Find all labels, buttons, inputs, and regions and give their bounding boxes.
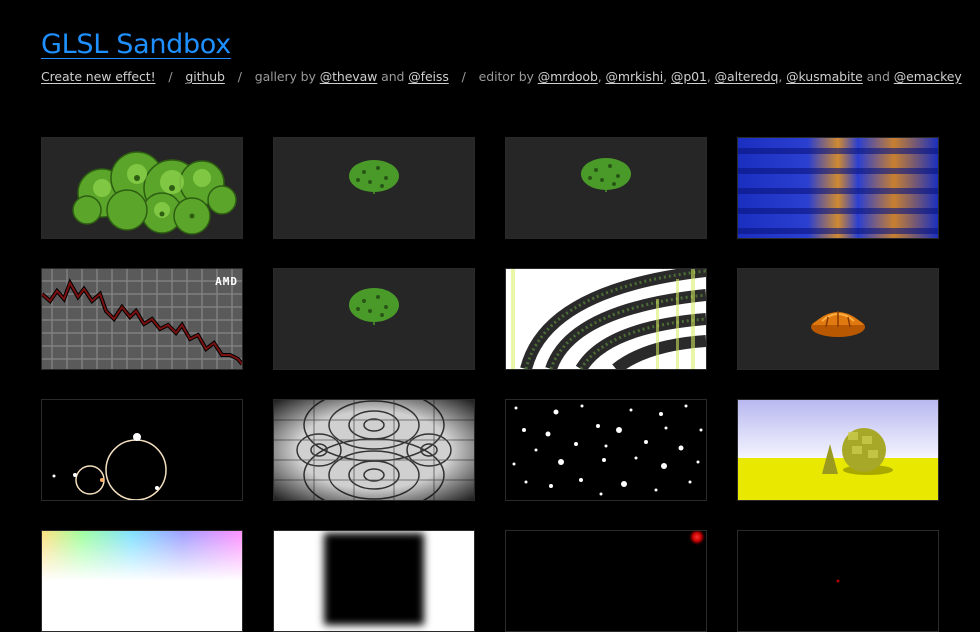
header-nav: Create new effect! / github / gallery by… <box>41 69 962 84</box>
effect-thumbnail[interactable] <box>505 268 707 370</box>
github-link[interactable]: github <box>185 69 225 84</box>
effect-thumbnail[interactable]: AMD <box>41 268 243 370</box>
effect-thumbnail[interactable] <box>737 530 939 632</box>
create-new-effect-link[interactable]: Create new effect! <box>41 69 156 84</box>
comma: , <box>597 69 602 84</box>
effect-thumbnail[interactable] <box>505 137 707 239</box>
blurred-black-square-icon <box>274 531 474 631</box>
gallery-by-label: gallery by <box>254 69 316 84</box>
effect-thumbnail[interactable] <box>737 137 939 239</box>
gallery-author-link-thevaw[interactable]: @thevaw <box>320 69 378 84</box>
green-blob-cluster-icon <box>42 138 242 238</box>
noisy-arcs-icon <box>506 269 706 369</box>
editor-author-link-emackey[interactable]: @emackey <box>894 69 962 84</box>
comma: , <box>663 69 668 84</box>
and-label: and <box>866 69 890 84</box>
effect-thumbnail[interactable] <box>505 530 707 632</box>
separator: / <box>168 69 173 84</box>
gallery-author-link-feiss[interactable]: @feiss <box>408 69 449 84</box>
yellow-voxel-scene-icon <box>738 400 938 500</box>
editor-author-link-kusmabite[interactable]: @kusmabite <box>786 69 863 84</box>
editor-by-label: editor by <box>478 69 534 84</box>
stock-chart-icon <box>42 269 242 369</box>
effect-thumbnail[interactable] <box>41 399 243 501</box>
editor-author-link-mrkishi[interactable]: @mrkishi <box>606 69 664 84</box>
separator: / <box>461 69 466 84</box>
dot-field-icon <box>506 400 706 500</box>
comma: , <box>706 69 711 84</box>
orange-shell-icon <box>738 269 938 369</box>
effect-gallery-grid: AMD <box>41 137 939 632</box>
editor-author-link-p01[interactable]: @p01 <box>671 69 707 84</box>
green-tree-icon <box>274 138 474 238</box>
and-label: and <box>381 69 405 84</box>
editor-author-link-mrdoob[interactable]: @mrdoob <box>538 69 598 84</box>
blue-orange-waves-icon <box>738 138 938 238</box>
red-dot-corner-icon <box>506 531 706 631</box>
interference-pattern-icon <box>274 400 474 500</box>
tiny-red-dot-icon <box>738 531 938 631</box>
separator: / <box>237 69 242 84</box>
effect-thumbnail[interactable] <box>505 399 707 501</box>
effect-thumbnail[interactable] <box>273 137 475 239</box>
mandelbrot-fractal-icon <box>42 400 242 500</box>
amd-label: AMD <box>215 275 238 288</box>
effect-thumbnail[interactable] <box>273 399 475 501</box>
effect-thumbnail[interactable] <box>737 399 939 501</box>
green-tree-icon <box>274 269 474 369</box>
editor-author-link-alteredq[interactable]: @alteredq <box>715 69 779 84</box>
comma: , <box>778 69 783 84</box>
effect-thumbnail[interactable] <box>737 268 939 370</box>
effect-thumbnail[interactable] <box>273 268 475 370</box>
effect-thumbnail[interactable] <box>41 530 243 632</box>
green-tree-icon <box>506 138 706 238</box>
site-title-link[interactable]: GLSL Sandbox <box>41 29 231 60</box>
effect-thumbnail[interactable] <box>41 137 243 239</box>
rainbow-gradient-icon <box>42 531 242 631</box>
effect-thumbnail[interactable] <box>273 530 475 632</box>
